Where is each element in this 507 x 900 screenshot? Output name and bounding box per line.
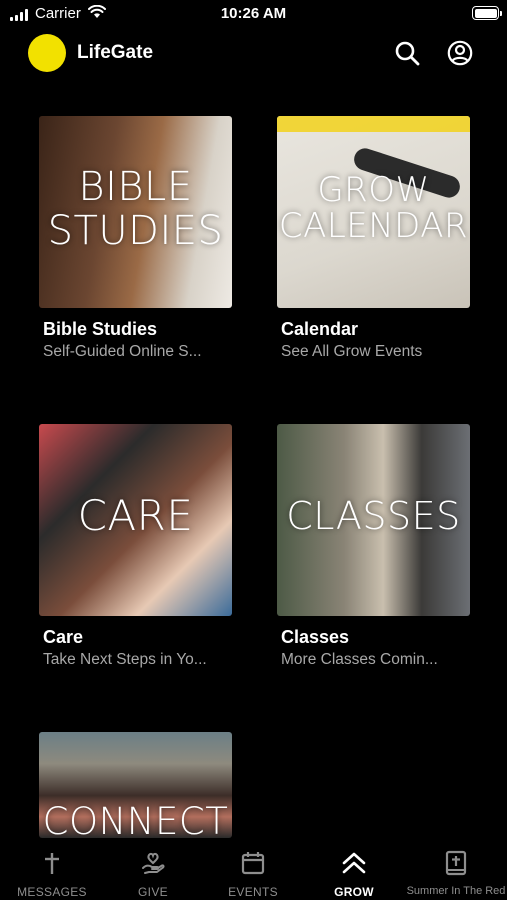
thumb-text-line: CALENDAR [278,206,469,246]
thumb-text-line: CLASSES [286,494,461,538]
connect-image: CONNECT [39,732,232,838]
battery-level [474,8,497,18]
app-title: LifeGate [77,42,154,63]
account-icon[interactable] [447,40,473,66]
care-image: CARE [39,424,232,616]
classes-image: CLASSES [277,424,470,616]
card-subtitle: More Classes Comin... [281,651,438,668]
tab-label: GROW [334,885,374,899]
bible-icon [445,850,467,876]
cross-icon [45,853,59,874]
thumb-text-line: CONNECT [42,800,229,839]
thumb-text-line: GROW [317,170,430,210]
calendar-image: GROW CALENDAR [277,116,470,308]
tape-decoration [277,116,470,132]
tab-label: Summer In The Red [406,885,506,897]
bottom-tab-bar: MESSAGES GIVE EVENTS GROW Summer In The … [0,838,507,900]
battery-icon [472,6,502,20]
tab-summer-in-the-red[interactable]: Summer In The Red [406,850,506,900]
card-subtitle: Take Next Steps in Yo... [43,651,207,668]
card-title: Calendar [281,319,359,339]
calendar-icon [241,852,265,875]
card-title: Bible Studies [43,319,158,339]
heart-hand-icon [142,852,165,874]
tab-label: MESSAGES [17,885,87,899]
thumb-text-line: STUDIES [47,208,224,254]
tab-grow[interactable]: GROW [304,850,404,900]
bible-studies-image: BIBLE STUDIES [39,116,232,308]
tab-give[interactable]: GIVE [103,850,203,900]
chevrons-up-icon [342,852,366,874]
tab-label: GIVE [138,885,168,899]
thumb-text-line: CARE [77,491,194,540]
card-title: Classes [281,627,350,647]
thumb-text-line: BIBLE [78,164,193,210]
status-time: 10:26 AM [220,5,287,22]
search-icon[interactable] [394,40,420,66]
card-title: Care [43,627,84,647]
tab-events[interactable]: EVENTS [203,850,303,900]
tab-messages[interactable]: MESSAGES [2,850,102,900]
card-subtitle: Self-Guided Online S... [43,343,202,360]
church-logo[interactable] [28,34,66,72]
app-header: LifeGate [0,32,507,74]
status-bar: Carrier 10:26 AM [0,0,507,28]
card-subtitle: See All Grow Events [281,343,423,360]
tab-label: EVENTS [228,885,278,899]
